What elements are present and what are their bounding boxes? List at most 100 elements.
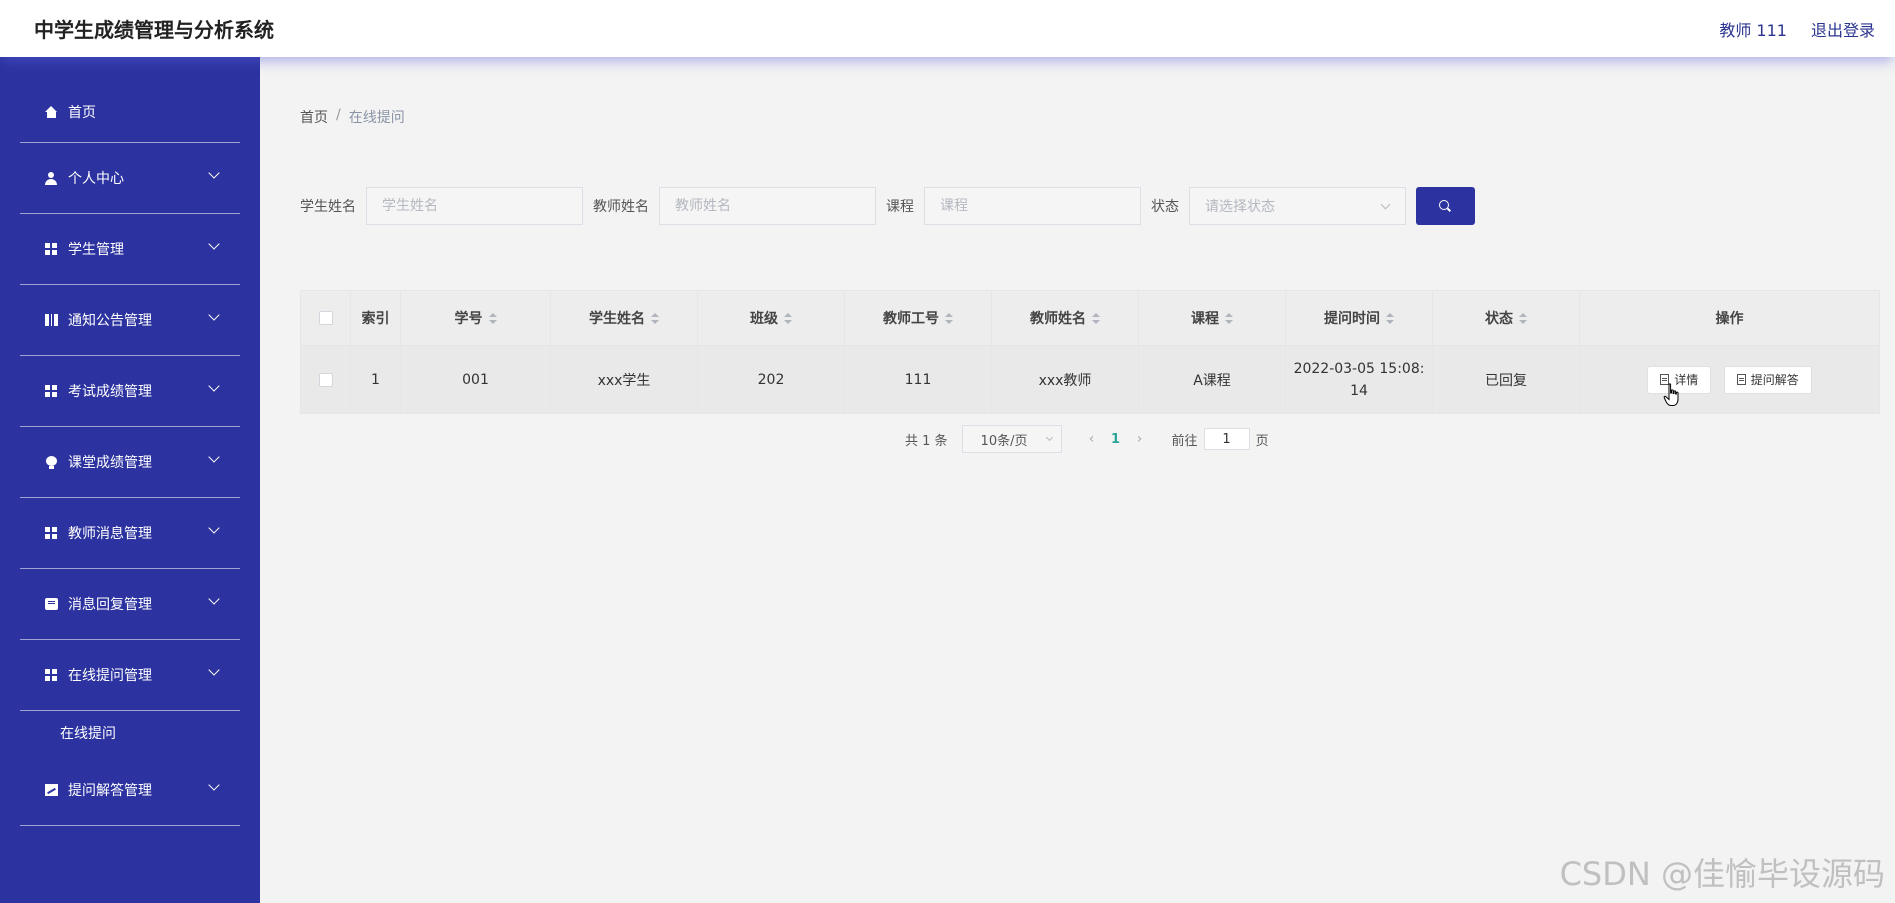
- grid-icon: [44, 668, 58, 682]
- sidebar: 首页 个人中心 学生管理 通知公告管理 考试成绩管理 课堂成绩管理 教师消息管理…: [0, 57, 260, 903]
- app-title: 中学生成绩管理与分析系统: [34, 18, 274, 42]
- column-header-status[interactable]: 状态: [1432, 290, 1580, 346]
- hand-cursor-icon: [1663, 383, 1679, 406]
- cell-teacher-id: 111: [844, 345, 992, 414]
- sidebar-item-label: 考试成绩管理: [68, 384, 152, 400]
- sort-icon[interactable]: [488, 313, 497, 325]
- cell-question-time: 2022-03-05 15:08: 14: [1285, 345, 1433, 414]
- column-header-teacher-name[interactable]: 教师姓名: [991, 290, 1139, 346]
- column-label: 学号: [454, 311, 483, 327]
- cell-status: 已回复: [1432, 345, 1580, 414]
- chevron-down-icon: [208, 664, 220, 676]
- column-header-teacher-id[interactable]: 教师工号: [844, 290, 992, 346]
- sidebar-item-label: 在线提问管理: [68, 668, 152, 684]
- column-header-student-name[interactable]: 学生姓名: [550, 290, 698, 346]
- sort-icon[interactable]: [945, 313, 953, 325]
- time-line-1: 2022-03-05 15:08:: [1293, 360, 1425, 377]
- row-checkbox[interactable]: [318, 372, 333, 387]
- column-label: 课程: [1191, 311, 1219, 327]
- sidebar-item-notice-management[interactable]: 通知公告管理: [20, 285, 240, 356]
- chevron-down-icon: [208, 522, 220, 534]
- sidebar-item-answer-management[interactable]: 提问解答管理: [20, 755, 240, 826]
- cell-teacher-name: xxx教师: [991, 345, 1139, 414]
- goto-page-input[interactable]: [1203, 428, 1250, 450]
- search-bar: 学生姓名 教师姓名 课程 状态 请选择状态: [300, 187, 1475, 225]
- sort-icon[interactable]: [784, 313, 792, 325]
- sidebar-item-label: 消息回复管理: [68, 597, 152, 613]
- column-label: 状态: [1485, 311, 1513, 327]
- prev-page-icon[interactable]: ‹: [1082, 431, 1102, 447]
- user-icon: [44, 171, 58, 185]
- book-icon: [44, 313, 58, 327]
- sidebar-item-label: 课堂成绩管理: [68, 455, 152, 471]
- chevron-down-icon: [208, 380, 220, 392]
- questions-table: 索引 学号 学生姓名 班级 教师工号 教师姓名 课程 提问时间 状态 操作 1 …: [300, 290, 1880, 414]
- search-button[interactable]: [1416, 187, 1475, 225]
- sidebar-item-label: 首页: [68, 104, 96, 121]
- student-name-label: 学生姓名: [300, 199, 356, 215]
- sort-icon[interactable]: [651, 313, 659, 325]
- column-header-course[interactable]: 课程: [1138, 290, 1286, 346]
- header-user-area: 教师 111 退出登录: [1719, 17, 1875, 41]
- grid-icon: [44, 384, 58, 398]
- sidebar-item-class-scores[interactable]: 课堂成绩管理: [20, 427, 240, 498]
- course-label: 课程: [886, 199, 914, 215]
- teacher-name-input[interactable]: [659, 187, 876, 225]
- column-label: 教师姓名: [1030, 311, 1086, 327]
- sidebar-item-student-management[interactable]: 学生管理: [20, 214, 240, 285]
- sidebar-item-label: 教师消息管理: [68, 526, 152, 542]
- column-label: 操作: [1715, 311, 1744, 327]
- chart-icon: [44, 783, 58, 797]
- sort-icon[interactable]: [1092, 313, 1100, 325]
- chat-icon: [44, 597, 58, 611]
- breadcrumb-separator: /: [336, 107, 341, 123]
- breadcrumb-home[interactable]: 首页: [300, 107, 328, 127]
- column-header-class[interactable]: 班级: [697, 290, 845, 346]
- sidebar-item-label: 个人中心: [68, 171, 124, 187]
- chevron-down-icon: [208, 451, 220, 463]
- sidebar-item-exam-scores[interactable]: 考试成绩管理: [20, 356, 240, 427]
- sidebar-item-personal-center[interactable]: 个人中心: [20, 143, 240, 214]
- column-header-student-id[interactable]: 学号: [400, 290, 551, 346]
- cell-class: 202: [697, 345, 845, 414]
- pagination-goto: 前往 页: [1172, 428, 1269, 450]
- page-number-current[interactable]: 1: [1102, 432, 1130, 447]
- bulb-icon: [44, 455, 58, 469]
- grid-icon: [44, 242, 58, 256]
- status-select-placeholder: 请选择状态: [1205, 199, 1275, 215]
- student-name-input[interactable]: [366, 187, 583, 225]
- table-header-row: 索引 学号 学生姓名 班级 教师工号 教师姓名 课程 提问时间 状态 操作: [300, 290, 1880, 346]
- sort-icon[interactable]: [1225, 313, 1233, 325]
- page-size-value: 10条/页: [980, 433, 1028, 449]
- chevron-down-icon: [208, 593, 220, 605]
- sort-icon[interactable]: [1386, 313, 1394, 325]
- chevron-down-icon: [1045, 433, 1053, 442]
- document-icon: [1736, 374, 1746, 385]
- current-user[interactable]: 教师 111: [1719, 17, 1787, 41]
- page-size-select[interactable]: 10条/页: [961, 425, 1062, 453]
- column-header-question-time[interactable]: 提问时间: [1285, 290, 1433, 346]
- answer-button[interactable]: 提问解答: [1723, 365, 1812, 394]
- breadcrumb-current: 在线提问: [348, 110, 405, 126]
- chevron-down-icon: [1380, 199, 1391, 210]
- sidebar-subitem-online-question[interactable]: 在线提问: [20, 711, 240, 755]
- watermark: CSDN @佳愉毕设源码: [1559, 855, 1885, 893]
- sidebar-item-label: 提问解答管理: [68, 783, 152, 799]
- logout-link[interactable]: 退出登录: [1811, 17, 1875, 41]
- column-label: 教师工号: [883, 311, 939, 327]
- home-icon: [44, 105, 58, 119]
- next-page-icon[interactable]: ›: [1130, 431, 1150, 447]
- sidebar-item-teacher-messages[interactable]: 教师消息管理: [20, 498, 240, 569]
- grid-icon: [44, 526, 58, 540]
- sidebar-item-message-replies[interactable]: 消息回复管理: [20, 569, 240, 640]
- breadcrumb: 首页 / 在线提问: [300, 107, 405, 127]
- chevron-down-icon: [208, 238, 220, 250]
- sidebar-item-online-questions[interactable]: 在线提问管理: [20, 640, 240, 711]
- status-select[interactable]: 请选择状态: [1189, 187, 1406, 225]
- select-all-checkbox[interactable]: [318, 311, 333, 325]
- sidebar-item-home[interactable]: 首页: [20, 81, 240, 143]
- sidebar-item-label: 通知公告管理: [68, 313, 152, 329]
- sort-icon[interactable]: [1519, 313, 1527, 325]
- sidebar-item-label: 学生管理: [68, 242, 124, 258]
- course-input[interactable]: [924, 187, 1141, 225]
